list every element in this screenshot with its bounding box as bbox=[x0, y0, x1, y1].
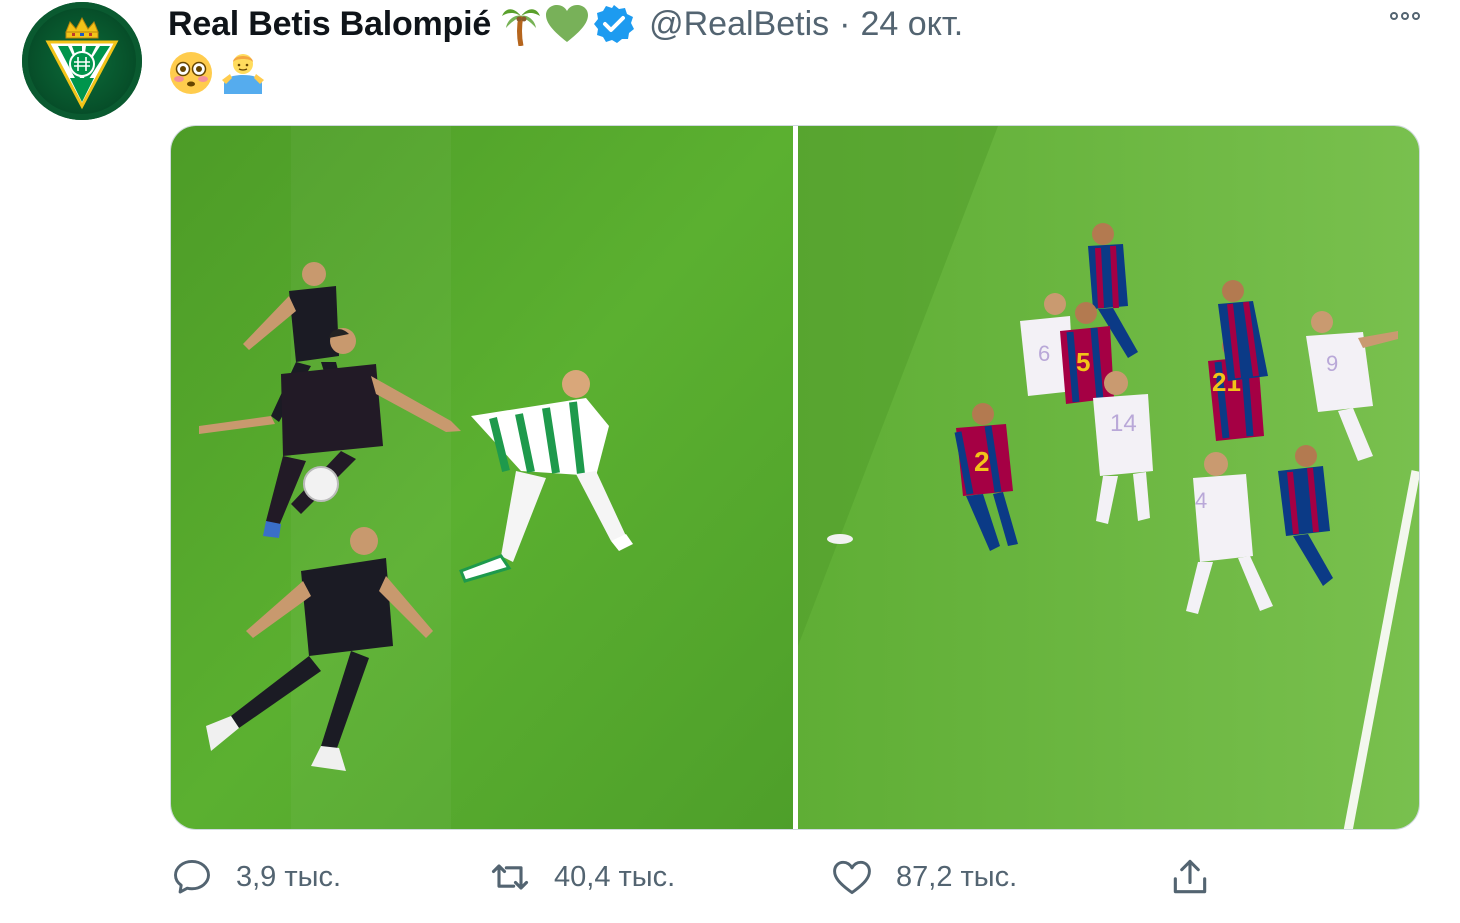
football-photo-left bbox=[171, 126, 793, 829]
tweet-date[interactable]: 24 окт. bbox=[860, 5, 963, 44]
reply-button[interactable]: 3,9 тыс. bbox=[170, 855, 341, 899]
more-options-icon[interactable] bbox=[1390, 12, 1420, 20]
name-emojis bbox=[501, 2, 635, 46]
separator-dot: · bbox=[839, 4, 851, 43]
palm-tree-icon bbox=[502, 9, 541, 46]
reply-icon bbox=[174, 859, 210, 894]
tweet-header: Real Betis Balompié @RealBetis · 24 окт. bbox=[168, 2, 963, 46]
svg-text:4: 4 bbox=[1195, 488, 1207, 513]
share-icon bbox=[1173, 859, 1207, 894]
heart-icon bbox=[833, 860, 871, 895]
like-button[interactable]: 87,2 тыс. bbox=[830, 855, 1017, 899]
like-count: 87,2 тыс. bbox=[896, 860, 1018, 893]
person-shrugging-icon bbox=[222, 54, 264, 94]
user-handle[interactable]: @RealBetis bbox=[649, 5, 829, 44]
photo-left[interactable] bbox=[171, 126, 793, 829]
svg-text:5: 5 bbox=[1076, 347, 1090, 377]
retweet-icon bbox=[491, 864, 529, 890]
display-name[interactable]: Real Betis Balompié bbox=[168, 5, 491, 44]
green-heart-icon bbox=[546, 5, 589, 42]
tweet-media: 2 6 5 14 21 9 4 bbox=[170, 125, 1420, 830]
retweet-button[interactable]: 40,4 тыс. bbox=[488, 855, 675, 899]
svg-text:9: 9 bbox=[1326, 351, 1338, 376]
avatar[interactable] bbox=[22, 2, 142, 120]
tweet-actions: 3,9 тыс. 40,4 тыс. 87,2 тыс. bbox=[170, 855, 1230, 911]
reply-count: 3,9 тыс. bbox=[236, 860, 342, 893]
betis-crest-icon bbox=[45, 16, 119, 110]
flushed-face-icon bbox=[170, 52, 212, 94]
svg-text:2: 2 bbox=[974, 446, 990, 477]
retweet-count: 40,4 тыс. bbox=[554, 860, 676, 893]
football-photo-right: 2 6 5 14 21 9 4 bbox=[797, 126, 1419, 829]
svg-text:14: 14 bbox=[1110, 410, 1137, 437]
svg-text:6: 6 bbox=[1038, 341, 1050, 366]
share-button[interactable] bbox=[1168, 855, 1212, 899]
tweet-text bbox=[168, 50, 266, 96]
photo-right[interactable]: 2 6 5 14 21 9 4 bbox=[797, 126, 1419, 829]
verified-badge-icon bbox=[594, 5, 635, 43]
